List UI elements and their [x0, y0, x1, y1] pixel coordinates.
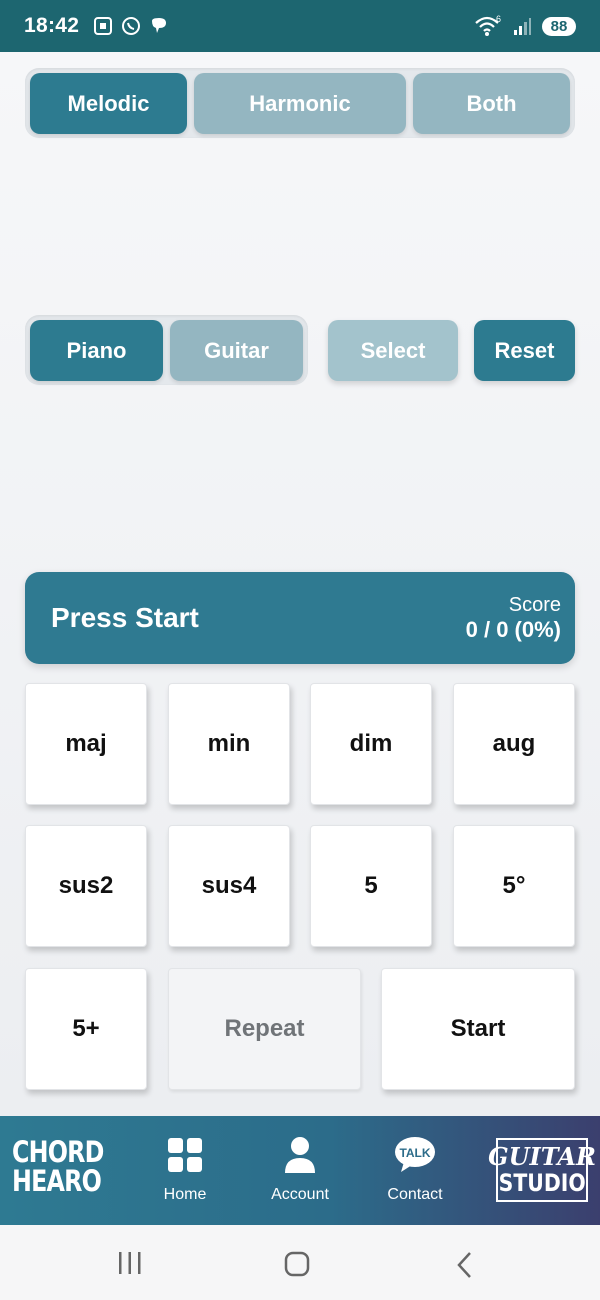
nav-home[interactable]: Home — [135, 1136, 235, 1206]
network-label: 6 — [496, 15, 501, 24]
battery-indicator: 88 — [542, 16, 576, 36]
tab-guitar[interactable]: Guitar — [170, 320, 303, 381]
chord-button-sus2[interactable]: sus2 — [25, 825, 147, 947]
bottom-nav: CHORD HEARO Home Account TALK Contact GU… — [0, 1116, 600, 1225]
nav-contact[interactable]: TALK Contact — [365, 1136, 465, 1206]
status-bar: 18:42 6 88 — [0, 0, 600, 52]
nav-account[interactable]: Account — [250, 1136, 350, 1206]
score-label: Score — [508, 594, 561, 616]
account-icon — [284, 1136, 316, 1174]
nav-account-label: Account — [271, 1186, 329, 1203]
system-nav-bar — [0, 1225, 600, 1300]
chord-button-5-aug[interactable]: 5+ — [25, 968, 147, 1090]
notification-icons — [93, 16, 169, 36]
tab-harmonic[interactable]: Harmonic — [194, 73, 406, 134]
nav-home-label: Home — [163, 1186, 207, 1203]
chord-button-dim[interactable]: dim — [310, 683, 432, 805]
chord-button-maj[interactable]: maj — [25, 683, 147, 805]
chat-bubble-icon — [152, 18, 167, 33]
tab-melodic[interactable]: Melodic — [30, 73, 187, 134]
chord-button-min[interactable]: min — [168, 683, 290, 805]
chord-hearo-logo[interactable]: CHORD HEARO — [12, 1138, 104, 1196]
main-content: Melodic Harmonic Both Piano Guitar Selec… — [0, 52, 600, 1116]
guitar-studio-logo[interactable]: GUITAR STUDIO — [488, 1138, 596, 1202]
logo-line-1: CHORD — [12, 1135, 104, 1169]
score-value: 0 / 0 (0%) — [465, 617, 561, 642]
chord-button-aug[interactable]: aug — [453, 683, 575, 805]
studio-logo-line-1: GUITAR — [488, 1142, 596, 1171]
tab-both[interactable]: Both — [413, 73, 570, 134]
reset-button[interactable]: Reset — [474, 320, 575, 381]
tab-piano[interactable]: Piano — [30, 320, 163, 381]
select-button[interactable]: Select — [328, 320, 458, 381]
whatsapp-icon — [122, 17, 141, 35]
repeat-button[interactable]: Repeat — [168, 968, 361, 1090]
status-time: 18:42 — [24, 14, 80, 37]
talk-icon-text: TALK — [399, 1146, 430, 1160]
chord-button-5[interactable]: 5 — [310, 825, 432, 947]
recent-apps-icon[interactable] — [116, 1251, 144, 1275]
studio-logo-line-2: STUDIO — [498, 1169, 586, 1197]
wifi-icon: 6 — [475, 15, 501, 36]
back-icon[interactable] — [455, 1251, 475, 1279]
home-grid-icon — [168, 1136, 202, 1174]
logo-line-2: HEARO — [12, 1164, 102, 1198]
nav-contact-label: Contact — [387, 1186, 443, 1203]
chord-button-5-dim[interactable]: 5° — [453, 825, 575, 947]
screenshot-icon — [94, 17, 113, 35]
chord-button-sus4[interactable]: sus4 — [168, 825, 290, 947]
talk-bubble-icon: TALK — [394, 1136, 436, 1174]
start-button[interactable]: Start — [381, 968, 575, 1090]
prompt-text: Press Start — [51, 602, 199, 633]
signal-icon — [514, 18, 531, 35]
home-icon[interactable] — [284, 1251, 312, 1279]
score-banner: Press Start Score 0 / 0 (0%) — [25, 572, 575, 664]
